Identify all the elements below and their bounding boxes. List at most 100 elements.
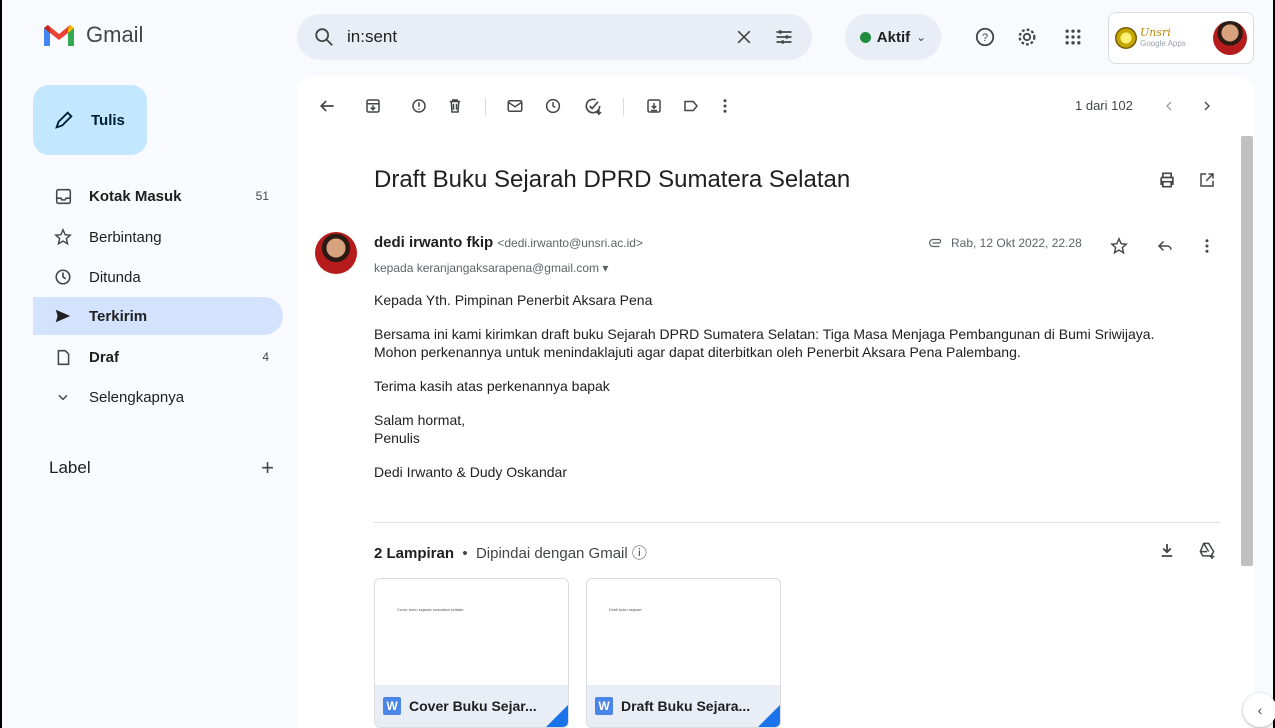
nav-item-drafts[interactable]: Draf 4 <box>33 338 283 376</box>
account-badge[interactable]: Unsri Google Apps <box>1108 12 1254 64</box>
inbox-icon <box>53 186 73 206</box>
older-chevron-right-icon[interactable] <box>1195 94 1219 118</box>
body-paragraph: Bersama ini kami kirimkan draft buku Sej… <box>374 326 1155 342</box>
file-icon <box>53 347 73 367</box>
message-body: Kepada Yth. Pimpinan Penerbit Aksara Pen… <box>374 291 1214 497</box>
labels-section: Label + <box>49 455 274 481</box>
open-new-window-icon[interactable] <box>1195 168 1219 192</box>
recipient-line[interactable]: kepada keranjangaksarapena@gmail.com ▾ <box>374 261 608 275</box>
add-label-icon[interactable]: + <box>261 455 274 481</box>
move-to-icon[interactable] <box>642 94 666 118</box>
compose-label: Tulis <box>91 111 125 129</box>
archive-icon[interactable] <box>361 94 385 118</box>
nav-item-inbox[interactable]: Kotak Masuk 51 <box>33 177 283 215</box>
chevron-down-icon: ⌄ <box>916 30 927 44</box>
nav-label: Kotak Masuk <box>89 187 182 205</box>
labels-title: Label <box>49 458 91 477</box>
newer-chevron-left-icon[interactable] <box>1157 94 1181 118</box>
print-icon[interactable] <box>1155 168 1179 192</box>
nav-item-starred[interactable]: Berbintang <box>33 218 283 256</box>
app-name: Gmail <box>86 22 144 47</box>
settings-gear-icon[interactable] <box>1014 24 1040 50</box>
save-to-drive-icon[interactable] <box>1195 538 1219 562</box>
send-icon <box>53 306 73 326</box>
message-date: Rab, 12 Okt 2022, 22.28 <box>927 236 1082 250</box>
scrollbar[interactable] <box>1241 136 1253 566</box>
scan-status: Dipindai dengan Gmail <box>475 545 628 562</box>
attachment-clip-icon <box>929 238 942 248</box>
body-paragraph: Mohon perkenannya untuk menindaklajuti a… <box>374 344 1021 360</box>
org-logo: Unsri Google Apps <box>1115 27 1186 49</box>
compose-button[interactable]: Tulis <box>33 85 147 155</box>
body-thanks: Terima kasih atas perkenannya bapak <box>374 378 610 394</box>
nav-count: 51 <box>255 189 269 203</box>
word-doc-icon: W <box>595 697 613 715</box>
body-closing: Penulis <box>374 430 420 446</box>
sender-email: <dedi.irwanto@unsri.ac.id> <box>497 236 643 250</box>
label-tag-icon[interactable] <box>679 94 703 118</box>
star-icon[interactable] <box>1107 234 1131 258</box>
attachment-footer: W Cover Buku Sejar... <box>375 685 568 727</box>
org-subtitle: Google Apps <box>1140 38 1186 48</box>
nav-item-snoozed[interactable]: Ditunda <box>33 258 283 296</box>
message-toolbar: 1 dari 102 <box>297 90 1254 122</box>
sender-line: dedi irwanto fkip <dedi.irwanto@unsri.ac… <box>374 234 643 251</box>
more-vertical-icon[interactable] <box>1195 234 1219 258</box>
account-avatar[interactable] <box>1213 21 1247 55</box>
body-greeting: Kepada Yth. Pimpinan Penerbit Aksara Pen… <box>374 292 653 308</box>
nav-label: Selengkapnya <box>89 388 185 406</box>
search-bar[interactable]: in:sent <box>297 14 812 60</box>
attachment-card[interactable]: Draft buku sejarah W Draft Buku Sejara..… <box>586 578 781 728</box>
message-panel: 1 dari 102 Draft Buku Sejarah DPRD Sumat… <box>297 76 1254 728</box>
nav-label: Ditunda <box>89 268 141 286</box>
attachments-count: 2 Lampiran <box>374 545 455 562</box>
help-icon[interactable]: ? <box>972 24 998 50</box>
apps-grid-icon[interactable] <box>1060 24 1086 50</box>
nav-label: Berbintang <box>89 228 162 246</box>
status-selector[interactable]: Aktif ⌄ <box>845 14 941 60</box>
date-text: Rab, 12 Okt 2022, 22.28 <box>951 236 1082 250</box>
report-spam-icon[interactable] <box>407 94 431 118</box>
pencil-icon <box>55 111 73 129</box>
download-all-icon[interactable] <box>1155 538 1179 562</box>
clear-search-icon[interactable] <box>732 25 756 49</box>
star-icon <box>53 227 73 247</box>
search-icon[interactable] <box>313 26 335 48</box>
nav-item-more[interactable]: Selengkapnya <box>33 378 283 416</box>
message-subject: Draft Buku Sejarah DPRD Sumatera Selatan <box>374 166 851 193</box>
unsri-seal-icon <box>1115 27 1137 49</box>
app-frame: Gmail in:sent Aktif ⌄ ? Unsri Google Apps <box>0 0 1275 728</box>
nav-item-sent[interactable]: Terkirim <box>33 297 283 335</box>
sender-name[interactable]: dedi irwanto fkip <box>374 234 493 251</box>
more-vertical-icon[interactable] <box>713 94 737 118</box>
status-dot <box>859 31 871 43</box>
clock-icon <box>53 267 73 287</box>
gmail-logo[interactable]: Gmail <box>42 22 143 48</box>
word-doc-icon: W <box>383 697 401 715</box>
status-label: Aktif <box>876 28 911 46</box>
info-icon[interactable]: ⓘ <box>632 545 647 562</box>
snooze-clock-icon[interactable] <box>541 94 565 118</box>
back-arrow-icon[interactable] <box>315 94 339 118</box>
pagination-text: 1 dari 102 <box>1075 98 1133 113</box>
add-task-icon[interactable] <box>581 94 605 118</box>
body-signature: Dedi Irwanto & Dudy Oskandar <box>374 464 567 480</box>
gmail-m-icon <box>44 25 74 46</box>
nav-label: Draf <box>89 348 120 366</box>
attachments-header: 2 Lampiran • Dipindai dengan Gmail ⓘ <box>374 545 647 562</box>
nav-count: 4 <box>262 350 269 364</box>
delete-trash-icon[interactable] <box>443 94 467 118</box>
attachment-card[interactable]: Cover buku sejarah sumatera selatan W Co… <box>374 578 569 728</box>
body-closing: Salam hormat, <box>374 412 466 428</box>
search-input[interactable]: in:sent <box>347 27 716 47</box>
svg-text:?: ? <box>982 32 988 44</box>
reply-arrow-icon[interactable] <box>1153 234 1177 258</box>
chevron-down-icon <box>53 387 73 407</box>
side-panel-toggle-icon[interactable]: ‹ <box>1243 693 1275 727</box>
mark-unread-mail-icon[interactable] <box>503 94 527 118</box>
search-options-icon[interactable] <box>772 25 796 49</box>
sender-avatar[interactable] <box>315 232 357 274</box>
attachment-preview: Cover buku sejarah sumatera selatan <box>397 607 464 612</box>
attachment-name: Cover Buku Sejar... <box>409 698 537 714</box>
attachment-name: Draft Buku Sejara... <box>621 698 751 714</box>
